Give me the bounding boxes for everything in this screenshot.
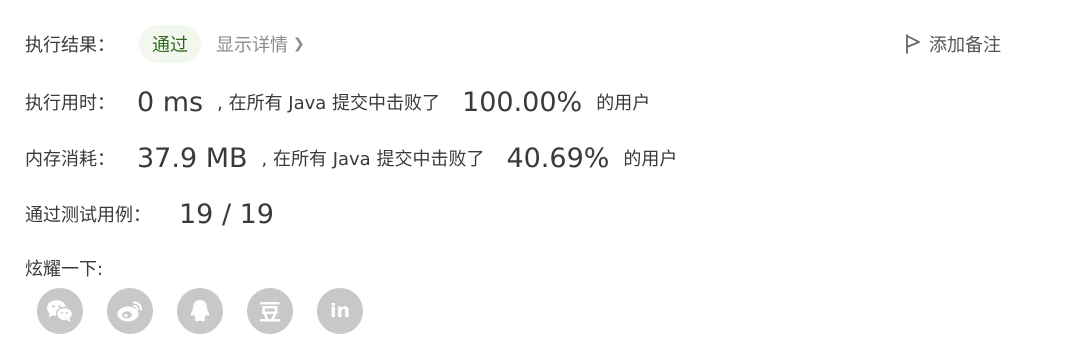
memory-value: 37.9 MB [137, 142, 248, 174]
runtime-percent: 100.00% [462, 86, 583, 118]
share-weibo-button[interactable] [107, 288, 153, 334]
douban-icon: 豆 [258, 301, 281, 326]
share-douban-button[interactable]: 豆 [247, 288, 293, 334]
memory-label: 内存消耗： [25, 149, 115, 170]
qq-icon [190, 300, 210, 322]
tests-row: 通过测试用例： 19 / 19 [25, 194, 274, 234]
wechat-icon [47, 300, 74, 322]
share-buttons: 豆 in [37, 288, 387, 334]
flag-icon [906, 34, 920, 54]
chevron-right-icon: ❯ [293, 36, 305, 52]
result-row: 执行结果： 通过 显示详情 ❯ [25, 24, 305, 64]
share-qq-button[interactable] [177, 288, 223, 334]
status-badge: 通过 [139, 25, 201, 63]
runtime-row: 执行用时： 0 ms , 在所有 Java 提交中击败了 100.00% 的用户 [25, 82, 650, 122]
share-label: 炫耀一下: [25, 259, 104, 280]
tests-label: 通过测试用例： [25, 205, 151, 226]
linkedin-icon: in [329, 300, 351, 322]
show-details-link[interactable]: 显示详情 ❯ [216, 31, 305, 57]
share-linkedin-button[interactable]: in [317, 288, 363, 334]
memory-beat-text: , 在所有 Java 提交中击败了 [261, 149, 485, 170]
tests-value: 19 / 19 [179, 198, 274, 230]
runtime-value: 0 ms [137, 86, 204, 118]
share-row: 炫耀一下: [25, 254, 103, 282]
add-note-label: 添加备注 [929, 35, 1001, 56]
share-wechat-button[interactable] [37, 288, 83, 334]
memory-suffix: 的用户 [623, 149, 678, 170]
memory-percent: 40.69% [506, 142, 610, 174]
show-details-label: 显示详情 [216, 35, 288, 56]
runtime-suffix: 的用户 [596, 93, 651, 114]
runtime-label: 执行用时： [25, 93, 115, 114]
add-note-button[interactable]: 添加备注 [905, 31, 1001, 57]
result-label: 执行结果： [25, 35, 115, 56]
weibo-icon [117, 301, 143, 322]
runtime-beat-text: , 在所有 Java 提交中击败了 [217, 93, 441, 114]
memory-row: 内存消耗： 37.9 MB , 在所有 Java 提交中击败了 40.69% 的… [25, 138, 677, 178]
